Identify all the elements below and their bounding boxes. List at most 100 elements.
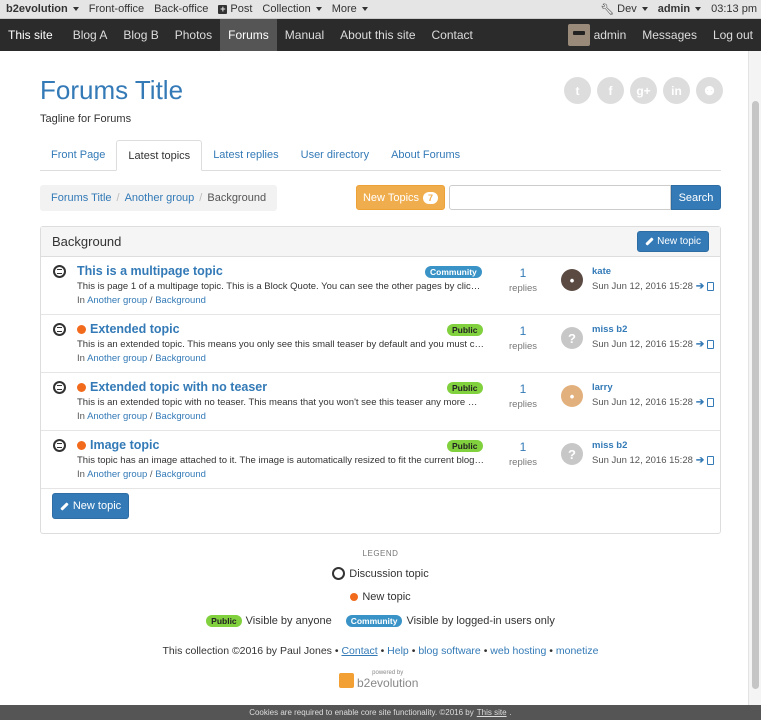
in-label: In	[77, 411, 85, 422]
date-text: Sun Jun 12, 2016 15:28	[592, 455, 693, 466]
new-topics-button[interactable]: New Topics 7	[356, 185, 445, 210]
document-icon[interactable]	[707, 456, 715, 465]
twitter-icon[interactable]: t	[564, 77, 591, 104]
topic-excerpt: This is page 1 of a multipage topic. Thi…	[77, 281, 484, 292]
footer-contact-link[interactable]: Contact	[341, 645, 377, 657]
document-icon[interactable]	[707, 282, 715, 291]
more-label: More	[331, 3, 357, 15]
google-plus-icon[interactable]: g+	[630, 77, 657, 104]
replies-label: replies	[509, 457, 537, 468]
avatar[interactable]: ?	[561, 327, 583, 349]
collection-menu[interactable]: Collection	[257, 3, 326, 15]
footer-monetize-link[interactable]: monetize	[556, 645, 599, 657]
category-link[interactable]: Background	[155, 353, 206, 364]
footer-web-hosting-link[interactable]: web hosting	[490, 645, 546, 657]
dev-menu[interactable]: 🔧︎ Dev	[595, 3, 653, 16]
topic-title[interactable]: Extended topic	[77, 322, 180, 336]
cookie-site-link[interactable]: This site	[477, 708, 507, 717]
arrow-right-icon[interactable]: ➔	[696, 455, 704, 466]
reply-count-link[interactable]: 1	[504, 324, 542, 338]
reply-count: 1 replies	[504, 440, 542, 468]
group-link[interactable]: Another group	[87, 469, 147, 480]
avatar[interactable]: ?	[561, 443, 583, 465]
nav-manual[interactable]: Manual	[277, 19, 332, 51]
footer-text: This collection ©2016 by Paul Jones	[162, 645, 332, 657]
topics-panel: Background New topic This is a multipage…	[40, 226, 721, 534]
group-link[interactable]: Another group	[87, 353, 147, 364]
topic-title-text: Extended topic	[90, 322, 180, 336]
nav-blog-b[interactable]: Blog B	[115, 19, 166, 51]
new-dot-icon	[77, 324, 86, 334]
cookie-text: Cookies are required to enable core site…	[249, 708, 474, 717]
last-user-link[interactable]: miss b2	[592, 440, 627, 451]
document-icon[interactable]	[707, 340, 715, 349]
category-link[interactable]: Background	[155, 411, 206, 422]
footer-blog-software-link[interactable]: blog software	[418, 645, 480, 657]
nav-logout[interactable]: Log out	[705, 19, 761, 51]
avatar[interactable]: •	[561, 269, 583, 291]
replies-label: replies	[509, 341, 537, 352]
arrow-right-icon[interactable]: ➔	[696, 397, 704, 408]
new-topic-button-header[interactable]: New topic	[637, 231, 709, 252]
category-link[interactable]: Background	[155, 469, 206, 480]
nav-user-label: admin	[593, 28, 627, 42]
community-badge: Community	[345, 615, 403, 627]
topic-title-text: Extended topic with no teaser	[90, 380, 268, 394]
linkedin-icon[interactable]: in	[663, 77, 690, 104]
last-post-date: Sun Jun 12, 2016 15:28 ➔	[592, 455, 715, 466]
footer-help-link[interactable]: Help	[387, 645, 409, 657]
nav-contact[interactable]: Contact	[424, 19, 481, 51]
last-user-link[interactable]: miss b2	[592, 324, 627, 335]
reply-count-link[interactable]: 1	[504, 382, 542, 396]
search-input[interactable]	[449, 185, 671, 210]
post-link[interactable]: + Post	[213, 3, 257, 15]
tab-user-directory[interactable]: User directory	[290, 140, 380, 170]
b2evo-menu[interactable]: b2evolution	[0, 3, 84, 15]
topic-title[interactable]: Image topic	[77, 438, 159, 452]
github-icon[interactable]: ⚉	[696, 77, 723, 104]
in-label: In	[77, 353, 85, 364]
facebook-icon[interactable]: f	[597, 77, 624, 104]
date-text: Sun Jun 12, 2016 15:28	[592, 281, 693, 292]
admin-user-menu[interactable]: admin	[653, 3, 706, 15]
admin-user-label: admin	[657, 3, 691, 15]
topic-title[interactable]: This is a multipage topic	[77, 264, 223, 278]
more-menu[interactable]: More	[327, 3, 373, 15]
scrollbar[interactable]	[748, 51, 761, 705]
search-button[interactable]: Search	[671, 185, 721, 210]
breadcrumb-forums-title[interactable]: Forums Title	[51, 192, 112, 204]
nav-this-site[interactable]: This site	[0, 19, 61, 51]
new-topic-button[interactable]: New topic	[52, 493, 129, 519]
nav-forums[interactable]: Forums	[220, 19, 277, 51]
nav-messages[interactable]: Messages	[634, 19, 705, 51]
back-office-link[interactable]: Back-office	[149, 3, 213, 15]
group-link[interactable]: Another group	[87, 295, 147, 306]
tab-latest-replies[interactable]: Latest replies	[202, 140, 289, 170]
last-user-link[interactable]: larry	[592, 382, 613, 393]
front-office-link[interactable]: Front-office	[84, 3, 149, 15]
nav-user-profile[interactable]: admin	[560, 19, 635, 51]
avatar[interactable]: •	[561, 385, 583, 407]
reply-count-link[interactable]: 1	[504, 440, 542, 454]
group-link[interactable]: Another group	[87, 411, 147, 422]
breadcrumb-another-group[interactable]: Another group	[125, 192, 195, 204]
date-text: Sun Jun 12, 2016 15:28	[592, 397, 693, 408]
new-topics-count-badge: 7	[423, 191, 439, 204]
tab-front-page[interactable]: Front Page	[40, 140, 116, 170]
in-label: In	[77, 295, 85, 306]
nav-photos[interactable]: Photos	[167, 19, 220, 51]
tab-about-forums[interactable]: About Forums	[380, 140, 471, 170]
arrow-right-icon[interactable]: ➔	[696, 339, 704, 350]
powered-by-badge[interactable]: powered by b2evolution	[339, 670, 418, 690]
footer-sep: •	[334, 645, 339, 657]
reply-count-link[interactable]: 1	[504, 266, 542, 280]
topic-title[interactable]: Extended topic with no teaser	[77, 380, 267, 394]
category-link[interactable]: Background	[155, 295, 206, 306]
nav-about[interactable]: About this site	[332, 19, 423, 51]
tab-latest-topics[interactable]: Latest topics	[116, 140, 203, 171]
nav-blog-a[interactable]: Blog A	[65, 19, 116, 51]
last-user-link[interactable]: kate	[592, 266, 611, 277]
arrow-right-icon[interactable]: ➔	[696, 281, 704, 292]
document-icon[interactable]	[707, 398, 715, 407]
new-dot-icon	[350, 593, 359, 601]
